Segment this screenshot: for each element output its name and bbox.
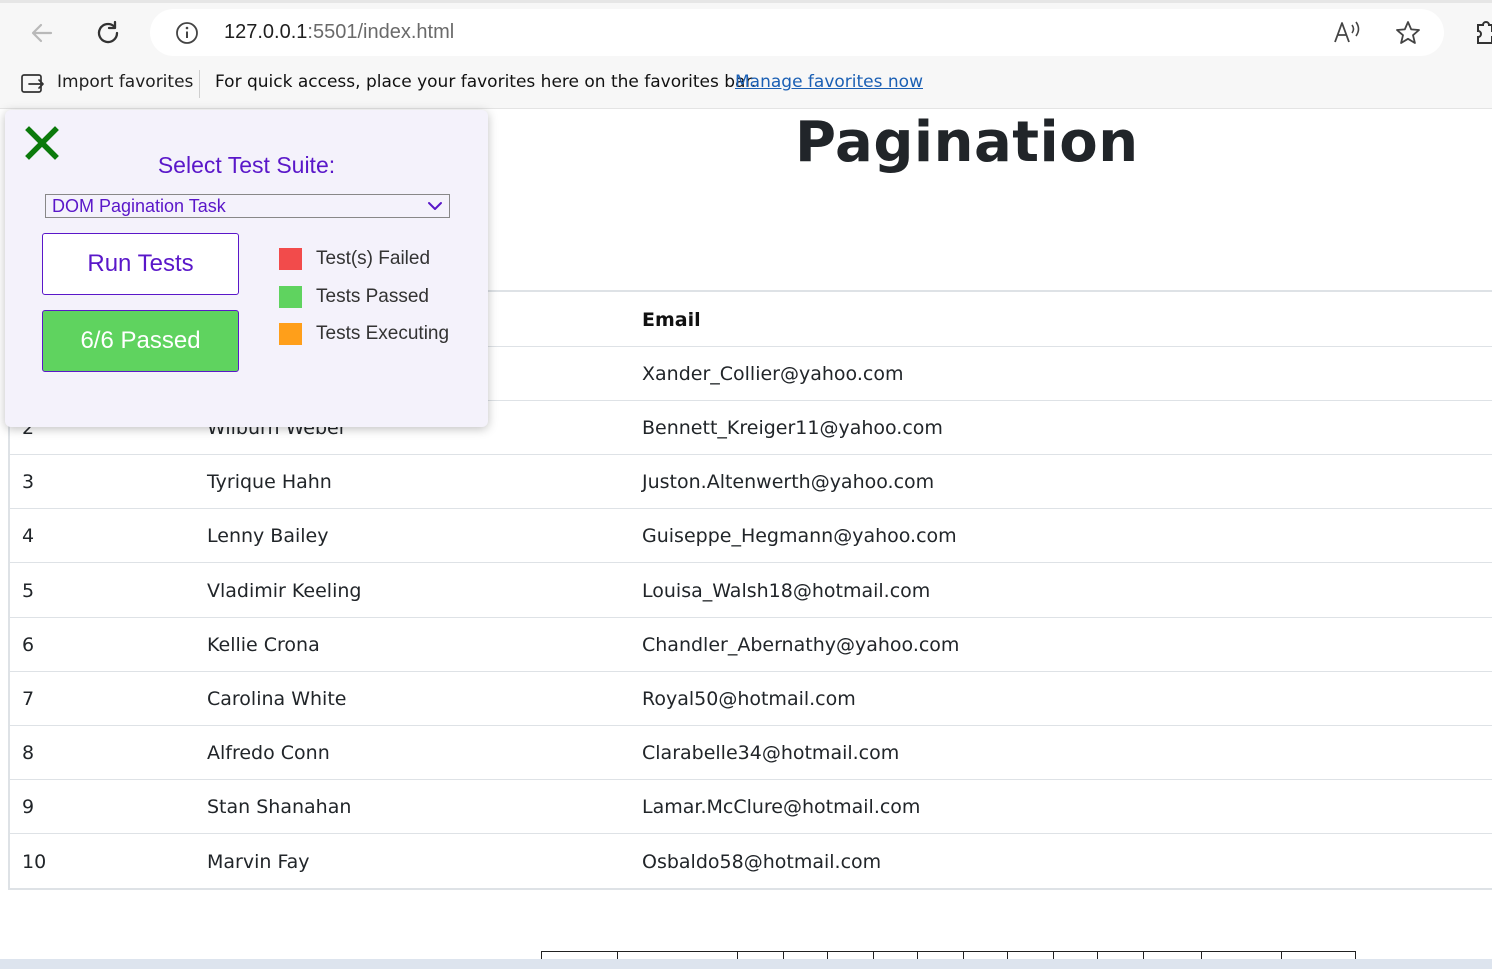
- table-row: 8 Alfredo Conn Clarabelle34@hotmail.com: [8, 726, 1492, 781]
- import-favorites-icon[interactable]: [20, 70, 46, 96]
- cell-id: 4: [22, 525, 35, 548]
- cell-email: Chandler_Abernathy@yahoo.com: [642, 633, 960, 656]
- cell-name: Alfredo Conn: [207, 742, 330, 765]
- chevron-down-icon: [427, 198, 443, 214]
- legend-swatch-executing: [279, 323, 302, 345]
- favorites-message: For quick access, place your favorites h…: [215, 72, 757, 92]
- legend-passed: Tests Passed: [279, 285, 429, 309]
- cell-email: Bennett_Kreiger11@yahoo.com: [642, 417, 943, 439]
- cell-name: Marvin Fay: [207, 850, 310, 873]
- cell-email: Guiseppe_Hegmann@yahoo.com: [642, 525, 957, 548]
- selected-suite-value: DOM Pagination Task: [52, 195, 226, 216]
- cell-email: Royal50@hotmail.com: [642, 688, 856, 710]
- cell-name: Lenny Bailey: [207, 525, 329, 548]
- read-aloud-icon[interactable]: [1332, 19, 1362, 47]
- cell-name: Vladimir Keeling: [207, 579, 362, 602]
- cell-id: 10: [22, 850, 47, 873]
- legend-label-failed: Test(s) Failed: [316, 248, 431, 269]
- test-suite-select[interactable]: DOM Pagination Task: [45, 194, 450, 218]
- cell-id: 3: [22, 471, 35, 494]
- import-favorites-label[interactable]: Import favorites: [57, 72, 193, 92]
- browser-toolbar: 127.0.0.1:5501/index.html: [0, 0, 1492, 62]
- legend-swatch-failed: [279, 248, 302, 270]
- legend-label-passed: Tests Passed: [316, 286, 429, 307]
- back-arrow-icon[interactable]: [24, 15, 60, 51]
- table-row: 10 Marvin Fay Osbaldo58@hotmail.com: [8, 835, 1492, 889]
- legend-swatch-passed: [279, 286, 302, 308]
- address-bar[interactable]: 127.0.0.1:5501/index.html: [150, 9, 1444, 56]
- url-path: :5501/index.html: [307, 21, 455, 43]
- table-bottom-border: [8, 888, 1492, 890]
- cell-name: Kellie Crona: [207, 633, 320, 656]
- favorites-bar: Import favorites For quick access, place…: [0, 62, 1492, 109]
- url-text[interactable]: 127.0.0.1:5501/index.html: [224, 21, 454, 44]
- cell-email: Lamar.McClure@hotmail.com: [642, 796, 921, 819]
- cell-email: Juston.Altenwerth@yahoo.com: [642, 471, 935, 494]
- table-row: 3 Tyrique Hahn Juston.Altenwerth@yahoo.com: [8, 455, 1492, 510]
- page-title: Pagination: [795, 110, 1139, 175]
- cell-email: Xander_Collier@yahoo.com: [642, 363, 904, 385]
- extensions-icon[interactable]: [1470, 19, 1492, 47]
- window-bottom-edge: [0, 959, 1492, 969]
- test-result-button[interactable]: 6/6 Passed: [42, 310, 239, 372]
- info-icon[interactable]: [175, 21, 199, 45]
- cell-id: 5: [22, 579, 35, 602]
- test-runner-panel: Select Test Suite: DOM Pagination Task R…: [5, 110, 488, 427]
- legend-failed: Test(s) Failed: [279, 247, 430, 271]
- manage-favorites-link[interactable]: Manage favorites now: [735, 72, 923, 92]
- favorites-divider: [199, 70, 200, 98]
- run-tests-button[interactable]: Run Tests: [42, 233, 239, 295]
- cell-id: 7: [22, 688, 35, 710]
- cell-email: Clarabelle34@hotmail.com: [642, 742, 900, 765]
- cell-name: Carolina White: [207, 688, 347, 710]
- reload-icon[interactable]: [90, 15, 126, 51]
- cell-email: Osbaldo58@hotmail.com: [642, 850, 882, 873]
- table-row: 5 Vladimir Keeling Louisa_Walsh18@hotmail.…: [8, 564, 1492, 618]
- table-row: 6 Kellie Crona Chandler_Abernathy@yahoo.co…: [8, 618, 1492, 672]
- legend-executing: Tests Executing: [279, 322, 449, 346]
- table-row: 4 Lenny Bailey Guiseppe_Hegmann@yahoo.com: [8, 509, 1492, 564]
- select-suite-label: Select Test Suite:: [157, 152, 336, 178]
- table-row: 7 Carolina White Royal50@hotmail.com: [8, 672, 1492, 726]
- favorite-star-icon[interactable]: [1394, 19, 1422, 47]
- column-header-email: Email: [642, 309, 701, 331]
- cell-id: 6: [22, 633, 35, 656]
- cell-name: Tyrique Hahn: [207, 471, 332, 494]
- cell-id: 8: [22, 742, 35, 765]
- url-host: 127.0.0.1: [224, 21, 308, 43]
- legend-label-executing: Tests Executing: [316, 323, 450, 344]
- cell-email: Louisa_Walsh18@hotmail.com: [642, 579, 931, 602]
- cell-name: Stan Shanahan: [207, 796, 352, 819]
- table-row: 9 Stan Shanahan Lamar.McClure@hotmail.com: [8, 780, 1492, 835]
- cell-id: 9: [22, 796, 35, 819]
